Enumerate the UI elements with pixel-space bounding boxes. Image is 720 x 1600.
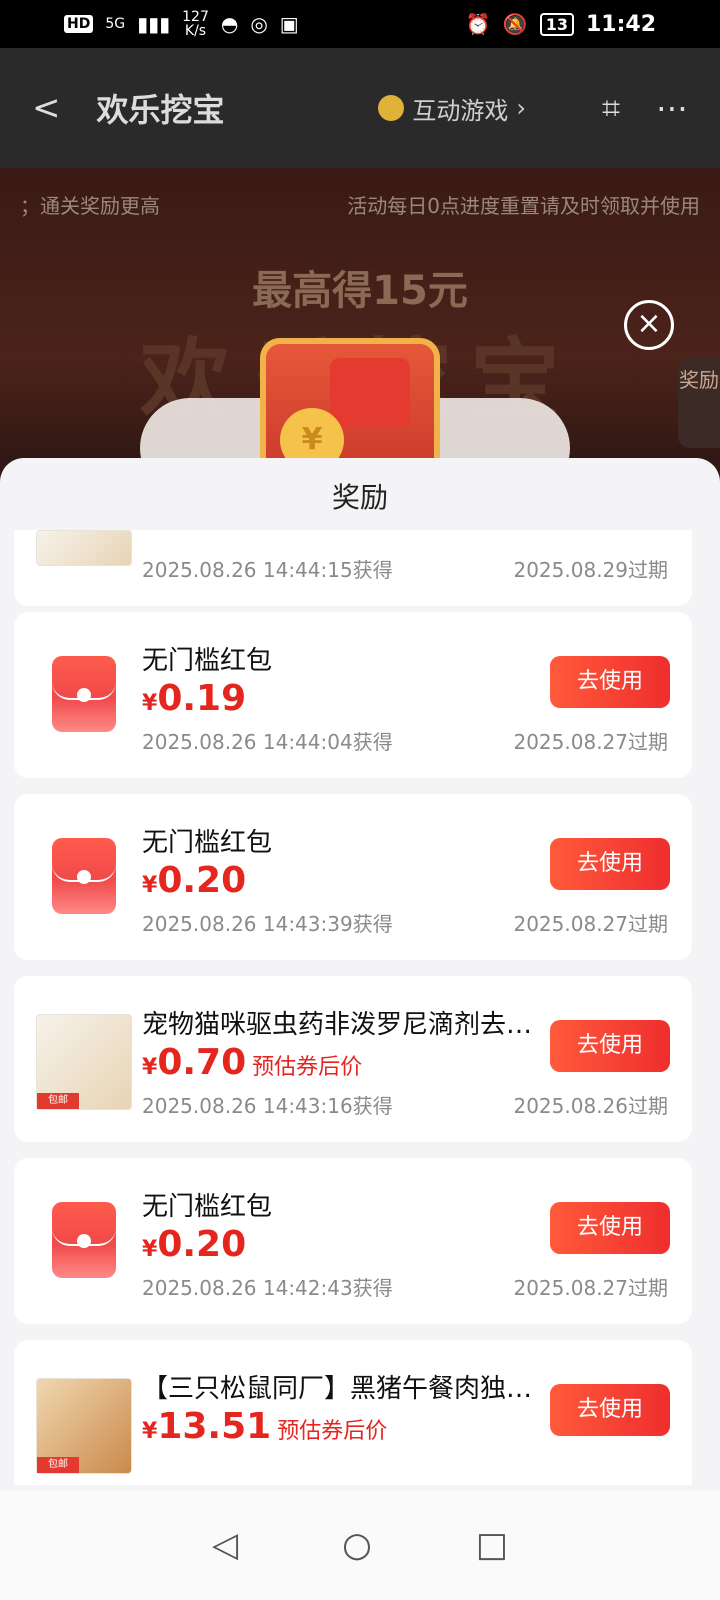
banner: ；通关奖励更高 活动每日0点进度重置请及时领取并使用 最高得15元 欢乐挖宝 ¥…	[0, 168, 720, 488]
obtained-time: 2025.08.26 14:43:39获得	[142, 912, 393, 936]
red-envelope-illustration	[330, 358, 410, 428]
interactive-games-link[interactable]: 互动游戏 ›	[378, 91, 526, 126]
signal-icon: ▮▮▮	[137, 12, 171, 36]
game-icon	[378, 95, 405, 121]
notice-left: ；通关奖励更高	[20, 194, 160, 218]
back-icon[interactable]: <	[32, 88, 61, 128]
obtained-time: 2025.08.26 14:44:04获得	[142, 730, 393, 754]
status-left: HD 5G ▮▮▮ 127 K/s ◓ ◎ ▣	[64, 10, 299, 38]
page-title: 欢乐挖宝	[96, 91, 225, 129]
expiry-time: 2025.08.27过期	[513, 912, 668, 936]
app-notification-icon: ▣	[279, 12, 299, 36]
reward-price: ¥0.20	[142, 860, 247, 901]
reward-card: 2025.08.26 14:44:15获得 2025.08.29过期	[14, 530, 692, 606]
reward-sheet: 奖励 2025.08.26 14:44:15获得 2025.08.29过期 无门…	[0, 458, 720, 1490]
product-thumbnail: 包邮	[36, 1378, 132, 1474]
clock: 11:42	[585, 11, 656, 37]
nav-home-icon[interactable]: ○	[342, 1525, 372, 1565]
network-indicator: 5G	[105, 16, 126, 32]
battery-icon: 13	[539, 12, 574, 36]
product-thumbnail	[36, 530, 132, 566]
use-button[interactable]: 去使用	[550, 1384, 670, 1436]
reward-card: 无门槛红包 ¥0.20 2025.08.26 14:42:43获得 2025.0…	[14, 1158, 692, 1324]
qq-icon: ◓	[220, 12, 239, 36]
reward-price: ¥0.19	[142, 678, 247, 719]
reward-name: 【三只松鼠同厂】黑猪午餐肉独…	[142, 1374, 533, 1404]
more-icon[interactable]: ⋯	[656, 89, 688, 127]
notice-marquee: ；通关奖励更高 活动每日0点进度重置请及时领取并使用	[20, 190, 700, 219]
nav-back-icon[interactable]: ◁	[212, 1525, 238, 1565]
qr-scan-icon[interactable]: ⌗	[602, 89, 620, 128]
alarm-icon: ⏰	[465, 12, 491, 36]
red-envelope-icon	[52, 656, 116, 732]
mute-icon: 🔕	[502, 12, 528, 36]
notice-right: 活动每日0点进度重置请及时领取并使用	[347, 194, 700, 218]
wechat-icon: ◎	[250, 12, 268, 36]
network-speed: 127 K/s	[182, 9, 209, 39]
reward-side-tab[interactable]: 奖励	[678, 358, 720, 448]
chevron-right-icon: ›	[516, 94, 526, 122]
reward-card: 无门槛红包 ¥0.19 2025.08.26 14:44:04获得 2025.0…	[14, 612, 692, 778]
use-button[interactable]: 去使用	[550, 838, 670, 890]
reward-card: 无门槛红包 ¥0.20 2025.08.26 14:43:39获得 2025.0…	[14, 794, 692, 960]
use-button[interactable]: 去使用	[550, 656, 670, 708]
reward-name: 无门槛红包	[142, 1192, 273, 1222]
reward-list[interactable]: 2025.08.26 14:44:15获得 2025.08.29过期 无门槛红包…	[0, 530, 720, 1485]
use-button[interactable]: 去使用	[550, 1202, 670, 1254]
reward-card: 包邮 【三只松鼠同厂】黑猪午餐肉独… ¥13.51 预估券后价 去使用	[14, 1340, 692, 1485]
system-nav-bar: ◁ ○ □	[0, 1490, 720, 1600]
expiry-time: 2025.08.26过期	[513, 1094, 668, 1118]
red-envelope-icon	[52, 838, 116, 914]
reward-card: 包邮 宠物猫咪驱虫药非泼罗尼滴剂去… ¥0.70 预估券后价 2025.08.26…	[14, 976, 692, 1142]
status-bar: HD 5G ▮▮▮ 127 K/s ◓ ◎ ▣ ⏰ 🔕 13 11:42	[0, 0, 720, 48]
reward-price: ¥0.70 预估券后价	[142, 1042, 363, 1083]
obtained-time: 2025.08.26 14:42:43获得	[142, 1276, 393, 1300]
obtained-time: 2025.08.26 14:44:15获得	[142, 558, 393, 582]
obtained-time: 2025.08.26 14:43:16获得	[142, 1094, 393, 1118]
reward-price: ¥13.51 预估券后价	[142, 1406, 388, 1447]
status-right: ⏰ 🔕 13 11:42	[466, 12, 656, 37]
close-icon[interactable]: ×	[624, 300, 674, 350]
nav-recent-icon[interactable]: □	[476, 1525, 508, 1565]
app-header: < 欢乐挖宝 互动游戏 › ⌗ ⋯	[0, 48, 720, 168]
expiry-time: 2025.08.29过期	[513, 558, 668, 582]
reward-price: ¥0.20	[142, 1224, 247, 1265]
red-envelope-icon	[52, 1202, 116, 1278]
reward-name: 宠物猫咪驱虫药非泼罗尼滴剂去…	[142, 1010, 533, 1040]
reward-name: 无门槛红包	[142, 828, 273, 858]
game-link-label: 互动游戏	[412, 96, 509, 125]
sheet-title: 奖励	[331, 481, 388, 514]
expiry-time: 2025.08.27过期	[513, 1276, 668, 1300]
hd-indicator: HD	[64, 15, 94, 33]
use-button[interactable]: 去使用	[550, 1020, 670, 1072]
product-thumbnail: 包邮	[36, 1014, 132, 1110]
reward-name: 无门槛红包	[142, 646, 273, 676]
expiry-time: 2025.08.27过期	[513, 730, 668, 754]
